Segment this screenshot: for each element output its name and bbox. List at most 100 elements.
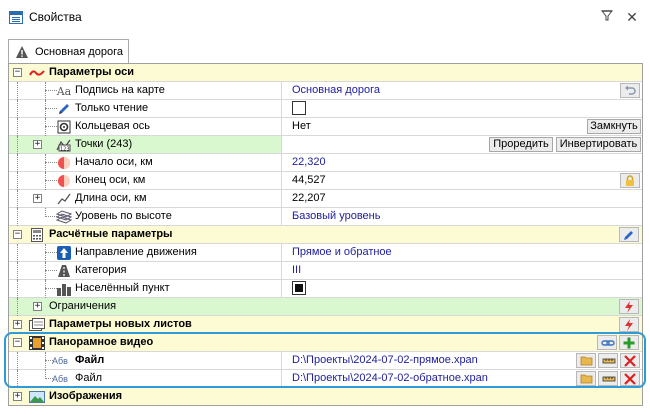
category-new-sheets[interactable]: + Параметры новых листов (9, 316, 642, 334)
tree-line (45, 244, 46, 262)
expand-toggle[interactable]: + (13, 320, 22, 329)
open-folder-button[interactable] (576, 353, 596, 368)
edit-pencil-button[interactable] (619, 227, 639, 242)
property-row-settlement[interactable]: Населённый пункт (9, 280, 642, 298)
property-value-cell[interactable]: 22,207 (281, 190, 642, 207)
property-value[interactable]: III (292, 264, 301, 276)
title-bar: Свойства ✕ (0, 0, 650, 36)
tab-main-road[interactable]: Основная дорога (8, 39, 129, 64)
property-row-restrictions[interactable]: + Ограничения (9, 298, 642, 316)
collapse-toggle[interactable]: − (13, 68, 22, 77)
measure-button[interactable] (598, 371, 618, 386)
expand-toggle[interactable]: + (33, 302, 42, 311)
tab-strip: Основная дорога (0, 36, 650, 64)
property-value-cell[interactable]: D:\Проекты\2024-07-02-прямое.xpan (281, 352, 642, 369)
link-button[interactable] (597, 335, 617, 350)
settlement-buildings-icon (56, 281, 72, 297)
property-row-height-level[interactable]: Уровень по высоте Базовый уровень (9, 208, 642, 226)
open-folder-button[interactable] (576, 371, 596, 386)
lightning-button[interactable] (619, 317, 639, 332)
property-value-cell[interactable]: Базовый уровень (281, 208, 642, 225)
property-name-cell: Начало оси, км (9, 154, 281, 172)
property-row-read-only[interactable]: Только чтение (9, 100, 642, 118)
category-calculation-parameters[interactable]: − Расчётные параметры (9, 226, 642, 244)
property-value[interactable]: D:\Проекты\2024-07-02-обратное.xpan (292, 372, 488, 384)
invert-points-button[interactable]: Инвертировать (556, 137, 641, 152)
property-value-cell[interactable]: Прямое и обратное (281, 244, 642, 261)
property-value[interactable]: Базовый уровень (292, 210, 380, 222)
property-row-axis-end[interactable]: Конец оси, км 44,527 (9, 172, 642, 190)
add-button[interactable] (619, 335, 639, 350)
ring-gear-icon (56, 119, 72, 135)
collapse-toggle[interactable]: − (13, 230, 22, 239)
film-icon (29, 335, 45, 351)
property-value[interactable]: 22,207 (292, 192, 326, 204)
settlement-checkbox[interactable] (292, 281, 306, 295)
thin-points-button[interactable]: Проредить (489, 137, 553, 152)
category-title: Расчётные параметры (49, 228, 173, 240)
layers-icon (56, 209, 72, 225)
category-images[interactable]: + Изображения (9, 388, 642, 405)
property-row-direction[interactable]: Направление движения Прямое и обратное (9, 244, 642, 262)
collapse-toggle[interactable]: − (13, 338, 22, 347)
tree-line (45, 154, 46, 172)
property-value-cell[interactable]: 22,320 (281, 154, 642, 171)
property-row-video-file[interactable]: Абв Файл D:\Проекты\2024-07-02-прямое.xp… (9, 352, 642, 370)
property-value-cell[interactable]: Основная дорога (281, 82, 642, 99)
lock-button[interactable] (620, 173, 640, 188)
calculator-icon (29, 227, 45, 243)
delete-button[interactable] (620, 371, 640, 386)
property-row-map-label[interactable]: Aa Подпись на карте Основная дорога (9, 82, 642, 100)
property-name-cell: Абв Файл (9, 352, 281, 370)
property-value[interactable]: Прямое и обратное (292, 246, 392, 258)
category-title: Панорамное видео (49, 336, 154, 348)
undo-button[interactable] (620, 83, 640, 98)
property-row-points[interactable]: + 123 Точки (243) Проредить Инвертироват… (9, 136, 642, 154)
expand-toggle[interactable]: + (13, 392, 22, 401)
text-aa-icon: Aa (56, 84, 72, 98)
property-value[interactable]: 44,527 (292, 174, 326, 186)
close-ring-button[interactable]: Замкнуть (587, 119, 641, 134)
category-axis-parameters[interactable]: − Параметры оси (9, 64, 642, 82)
property-name-cell: Абв Файл (9, 370, 281, 388)
category-name-cell: − Параметры оси (9, 64, 642, 81)
lightning-button[interactable] (619, 299, 639, 314)
tree-line (45, 100, 46, 118)
properties-window-icon (9, 11, 23, 24)
property-value[interactable]: Нет (292, 120, 311, 132)
expand-toggle[interactable]: + (33, 140, 42, 149)
property-value[interactable]: 22,320 (292, 156, 326, 168)
axis-start-icon (56, 155, 72, 171)
expand-toggle[interactable]: + (33, 194, 42, 203)
property-row-axis-length[interactable]: + Длина оси, км 22,207 (9, 190, 642, 208)
category-panoramic-video[interactable]: − Панорамное видео (9, 334, 642, 352)
property-row-ring-axis[interactable]: Кольцевая ось Нет Замкнуть (9, 118, 642, 136)
tree-guide (17, 298, 18, 316)
property-name: Ограничения (49, 300, 117, 312)
property-grid: − Параметры оси Aa Подпись на карте Осно… (8, 63, 643, 406)
property-value-cell[interactable]: Нет Замкнуть (281, 118, 642, 135)
text-abv-icon: Абв (52, 374, 68, 384)
property-row-video-file[interactable]: Абв Файл D:\Проекты\2024-07-02-обратное.… (9, 370, 642, 388)
length-icon (56, 191, 72, 207)
read-only-checkbox[interactable] (292, 101, 306, 115)
close-icon[interactable]: ✕ (624, 9, 640, 25)
tree-line (45, 82, 46, 100)
property-value[interactable]: D:\Проекты\2024-07-02-прямое.xpan (292, 354, 478, 366)
property-name: Файл (75, 354, 105, 366)
text-abv-icon: Абв (52, 356, 68, 366)
property-row-category[interactable]: Категория III (9, 262, 642, 280)
tree-guide (17, 154, 18, 172)
filter-pin-icon[interactable] (600, 10, 614, 24)
property-value-cell[interactable]: D:\Проекты\2024-07-02-обратное.xpan (281, 370, 642, 387)
property-value[interactable]: Основная дорога (292, 84, 380, 96)
measure-button[interactable] (598, 353, 618, 368)
tree-guide (17, 190, 18, 208)
property-value-cell[interactable]: 44,527 (281, 172, 642, 189)
delete-button[interactable] (620, 353, 640, 368)
tree-guide (17, 370, 18, 388)
property-name: Конец оси, км (75, 174, 146, 186)
image-landscape-icon (29, 389, 45, 405)
property-value-cell[interactable]: III (281, 262, 642, 279)
property-row-axis-start[interactable]: Начало оси, км 22,320 (9, 154, 642, 172)
